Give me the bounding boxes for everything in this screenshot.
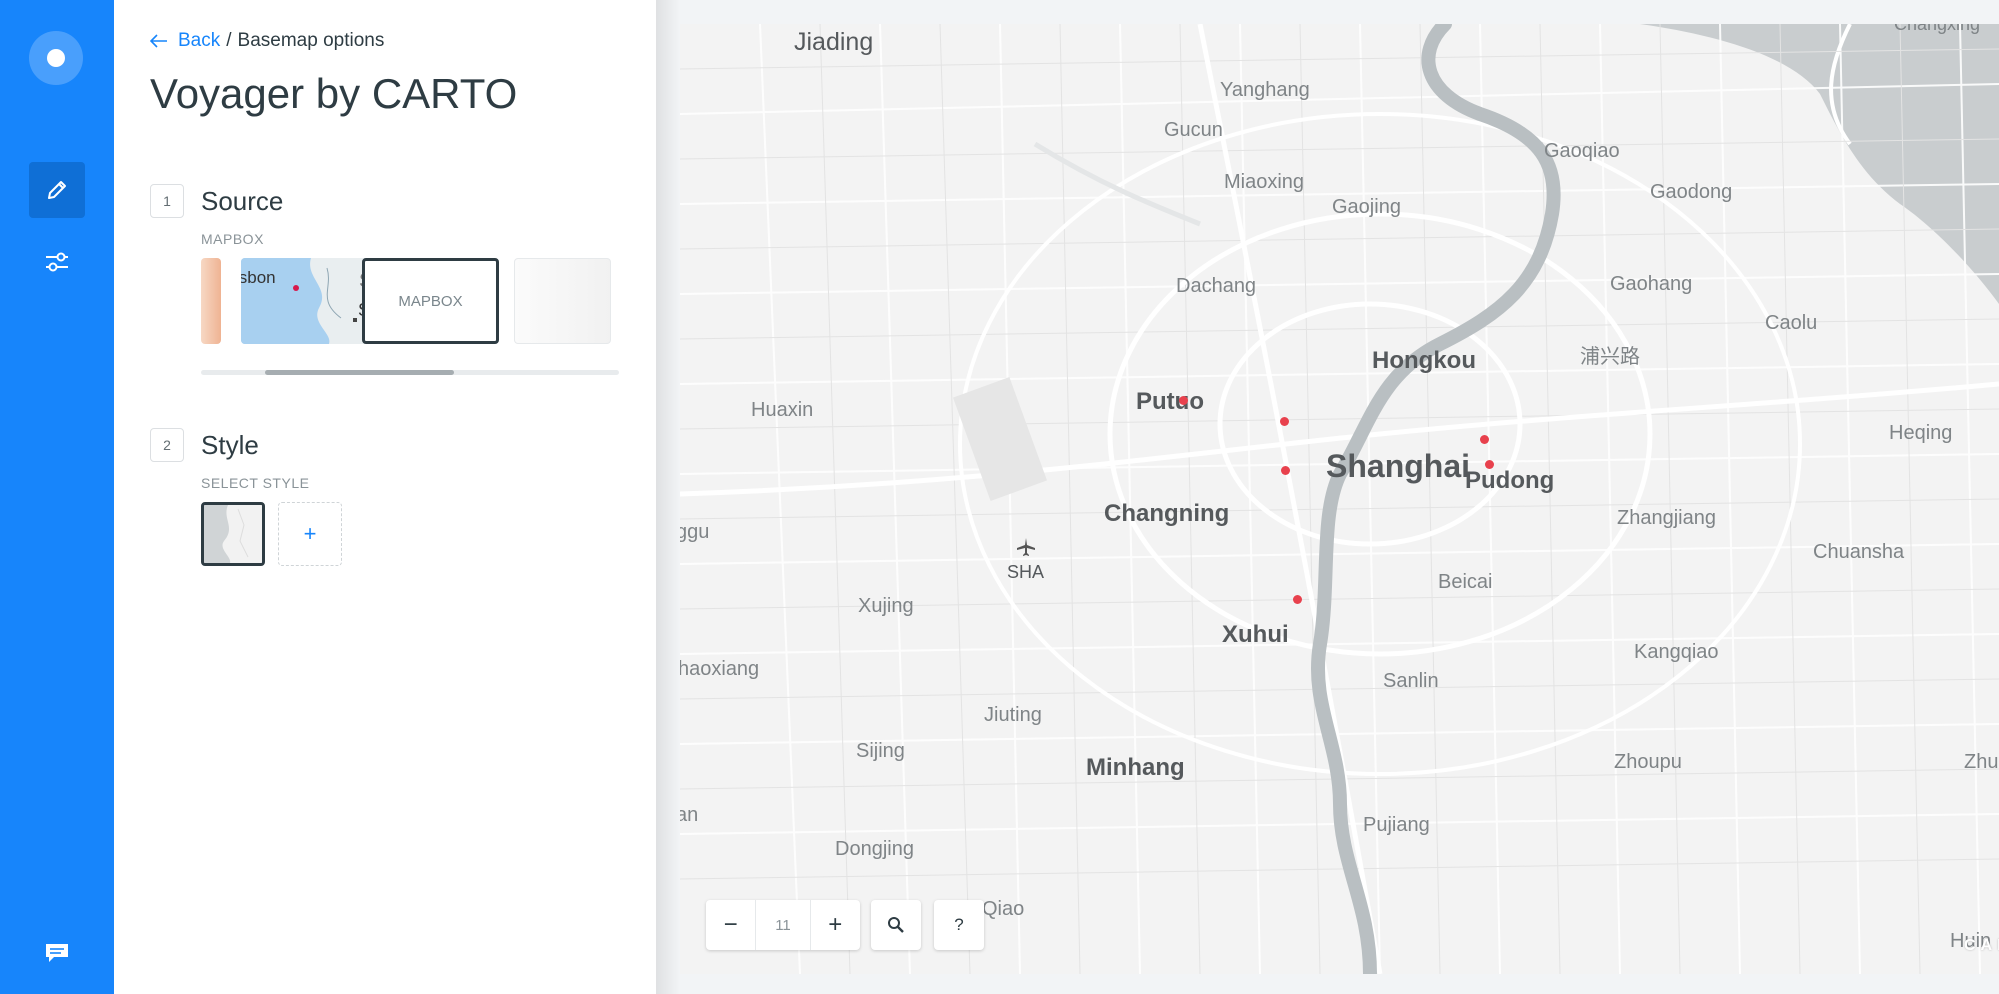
- map-label-pudong: Pudong: [1465, 467, 1555, 494]
- map-label-qiao: Qiao: [982, 898, 1025, 920]
- map-label-dongjing: Dongjing: [835, 838, 914, 860]
- lisbon-tile-label: isbon: [241, 268, 276, 287]
- map-label-gu: ggu: [680, 521, 710, 543]
- map-label-kangqiao: Kangqiao: [1634, 641, 1719, 663]
- map-point[interactable]: [1293, 595, 1302, 604]
- map-point[interactable]: [1485, 460, 1494, 469]
- settings-nav-button[interactable]: [29, 234, 85, 290]
- map-search-button[interactable]: [871, 900, 921, 950]
- map-label-putuo: Putuo: [1136, 388, 1204, 415]
- map-label-huaxin: Huaxin: [751, 399, 814, 421]
- mapbox-tile[interactable]: MAPBOX: [362, 258, 499, 344]
- map-label-yanghang: Yanghang: [1220, 79, 1310, 101]
- map-label-heqing: Heqing: [1889, 422, 1953, 444]
- breadcrumb-current: Basemap options: [237, 30, 385, 51]
- feedback-button[interactable]: [29, 925, 85, 981]
- edit-nav-button[interactable]: [29, 162, 85, 218]
- add-style-button[interactable]: +: [278, 502, 342, 566]
- basemap-carousel: isbon S Se MAPBOX: [201, 258, 611, 350]
- basemap-options-panel: Back / Basemap options Voyager by CARTO …: [114, 0, 656, 994]
- breadcrumb: Back / Basemap options: [150, 30, 384, 52]
- map-label-shanghai: Shanghai: [1326, 448, 1471, 484]
- back-link[interactable]: Back: [150, 30, 220, 52]
- map-view[interactable]: Jiading Yanghang Gucun Gaoqiao Miaoxing …: [680, 24, 1999, 974]
- zoom-out-button[interactable]: −: [706, 900, 755, 950]
- airport-icon: [1016, 537, 1036, 562]
- page-title: Voyager by CARTO: [150, 70, 518, 117]
- faded-tile[interactable]: [514, 258, 611, 344]
- map-label-beicai: Beicai: [1438, 571, 1493, 593]
- map-label-minhang: Minhang: [1086, 754, 1185, 781]
- map-label-miaoxing: Miaoxing: [1224, 171, 1305, 193]
- source-subhead: MAPBOX: [201, 231, 264, 247]
- map-label-dachang: Dachang: [1176, 275, 1257, 297]
- map-label-zhu: Zhu: [1964, 751, 1999, 773]
- map-label-sijing: Sijing: [856, 740, 905, 762]
- map-point[interactable]: [1480, 435, 1489, 444]
- map-label-huaxiang: haoxiang: [680, 658, 760, 680]
- map-label-chuansha: Chuansha: [1813, 541, 1905, 563]
- map-label-changning: Changning: [1104, 500, 1230, 527]
- map-label-jiuting: Jiuting: [984, 704, 1042, 726]
- map-label-caolu: Caolu: [1765, 312, 1818, 334]
- breadcrumb-separator: /: [226, 30, 232, 51]
- map-label-sha: SHA: [1007, 562, 1045, 582]
- sliders-icon: [46, 252, 68, 272]
- app-sidebar: [0, 0, 114, 994]
- back-label[interactable]: Back: [178, 30, 220, 52]
- basemap: [680, 24, 1999, 974]
- map-label-gucun: Gucun: [1164, 119, 1223, 141]
- zoom-level: 11: [755, 900, 811, 950]
- arrow-left-icon: [150, 34, 167, 48]
- map-label-sanlin: Sanlin: [1383, 670, 1439, 692]
- partial-tile[interactable]: [201, 258, 221, 344]
- map-label-puxinglu: 浦兴路: [1580, 344, 1640, 368]
- pencil-icon: [48, 181, 66, 199]
- carousel-scroll-thumb[interactable]: [265, 370, 454, 375]
- map-point[interactable]: [1179, 396, 1188, 405]
- chat-icon: [46, 944, 68, 962]
- source-title: Source: [201, 186, 284, 216]
- map-label-pujiang: Pujiang: [1363, 814, 1430, 836]
- map-help-button[interactable]: ?: [934, 900, 984, 950]
- map-label-hongkou: Hongkou: [1372, 347, 1476, 374]
- style-thumbnail[interactable]: [201, 502, 265, 566]
- carousel-scrollbar[interactable]: [201, 370, 619, 375]
- map-point[interactable]: [1281, 466, 1290, 475]
- carto-attribution: CARTO: [1964, 937, 1999, 954]
- map-label-gaohang: Gaohang: [1610, 273, 1693, 295]
- search-icon: [888, 917, 904, 933]
- map-label-xujing: Xujing: [858, 595, 914, 617]
- style-subhead: SELECT STYLE: [201, 475, 310, 491]
- map-label-an: an: [680, 804, 699, 826]
- map-label-jiading: Jiading: [794, 28, 874, 56]
- carto-logo-icon[interactable]: [29, 31, 83, 85]
- map-label-gaodong: Gaodong: [1650, 181, 1733, 203]
- zoom-control: − 11 +: [706, 900, 860, 950]
- step-number: 2: [150, 428, 184, 462]
- map-label-gaoqiao: Gaoqiao: [1544, 140, 1620, 162]
- lisbon-tile[interactable]: isbon S Se: [241, 258, 378, 344]
- step-number: 1: [150, 184, 184, 218]
- map-label-changxing: Changxing: [1894, 24, 1981, 34]
- zoom-in-button[interactable]: +: [811, 900, 860, 950]
- map-label-zhangjiang: Zhangjiang: [1617, 507, 1716, 529]
- map-label-gaojing: Gaojing: [1332, 196, 1401, 218]
- map-point[interactable]: [1280, 417, 1289, 426]
- map-label-xuhui: Xuhui: [1222, 621, 1289, 648]
- style-title: Style: [201, 430, 259, 460]
- map-label-zhoupu: Zhoupu: [1614, 751, 1682, 773]
